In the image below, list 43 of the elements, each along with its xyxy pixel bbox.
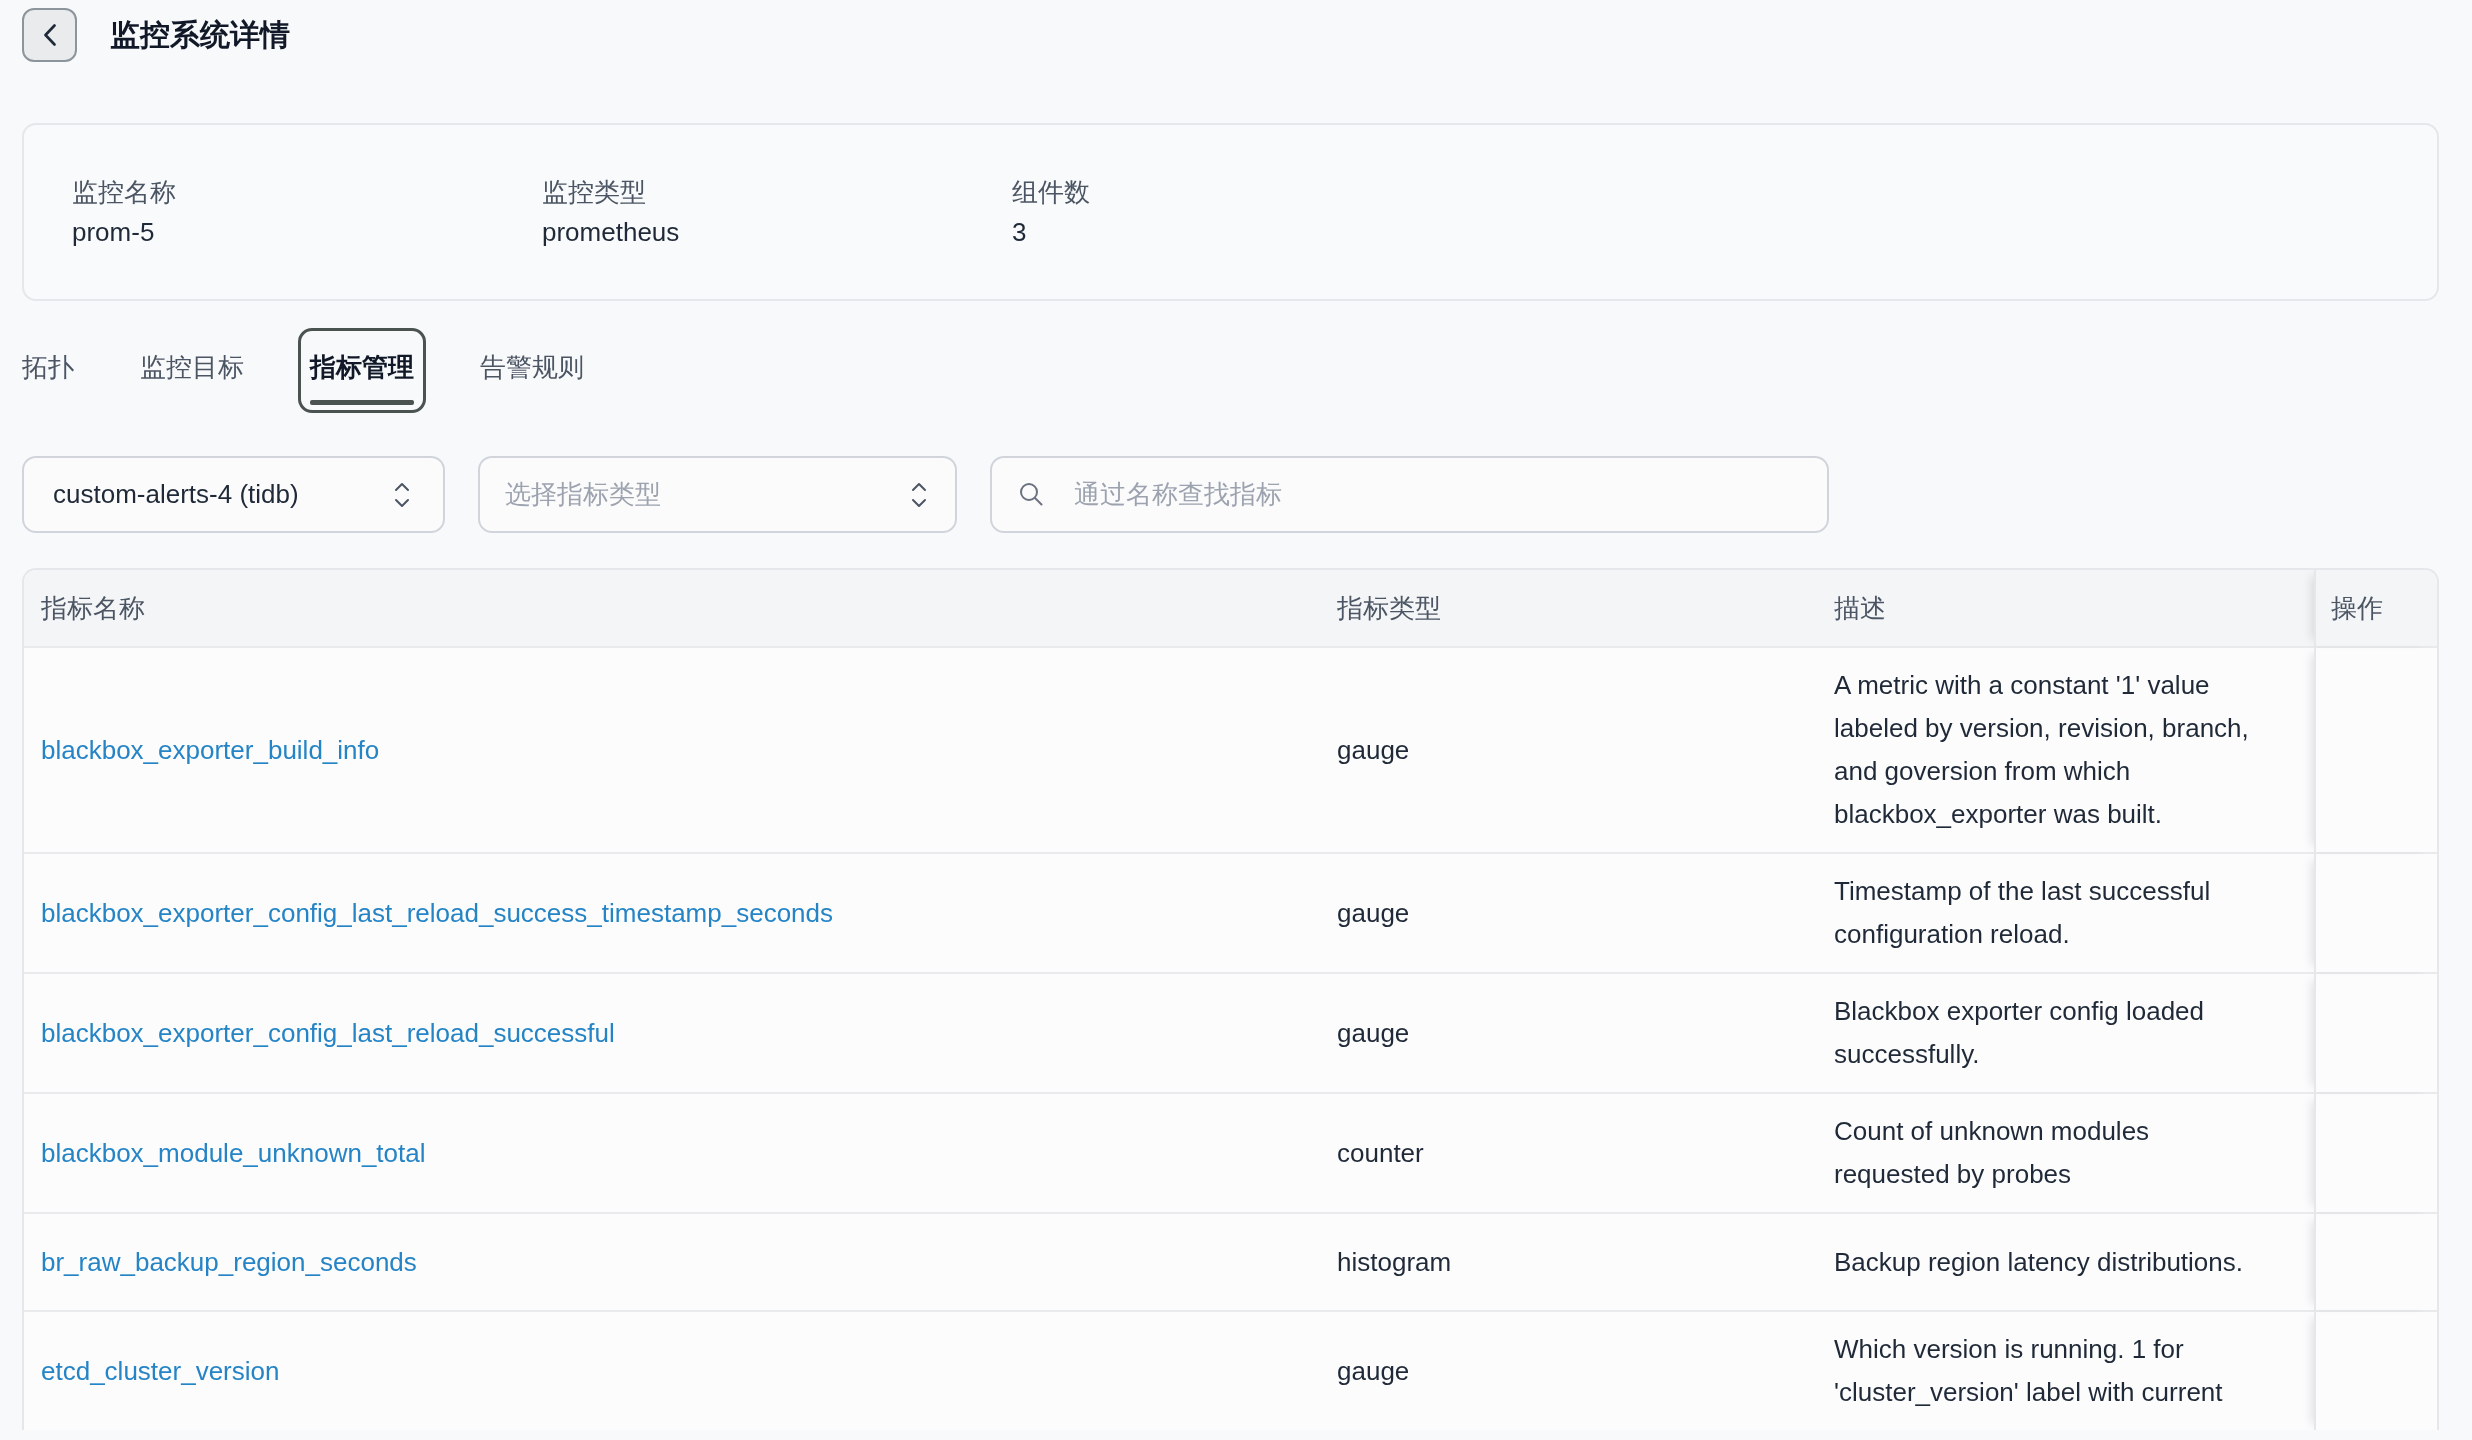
table-cell: gauge [1337,897,1410,928]
column-header: 描述 [1834,592,1886,623]
table-cell: counter [1337,1137,1424,1168]
chevron-up-down-icon [911,481,927,508]
tab[interactable]: 告警规则 [468,328,596,413]
component-select[interactable]: custom-alerts-4 (tidb) [22,456,445,533]
table-cell-text: Count of unknown modules requested by probes [1834,1115,2151,1191]
metric-link[interactable]: blackbox_exporter_build_info [41,734,380,765]
column-header: 指标名称 [41,592,145,623]
page-title: 监控系统详情 [110,17,290,53]
table-cell-text: A metric with a constant '1' value labeled by version, revision, branch, and goversion from which blackbox_exporter was built. [1834,669,2250,831]
search-icon [1019,482,1043,506]
table-cell-text: Blackbox exporter config loaded successfully. [1834,995,2205,1071]
tab[interactable]: 指标管理 [298,328,426,413]
select-value: custom-alerts-4 (tidb) [53,478,299,511]
column-header: 操作 [2331,591,2383,625]
metric-link[interactable]: blackbox_exporter_config_last_reload_successful [41,1017,615,1048]
metric-type-select[interactable]: 选择指标类型 [478,456,957,533]
field-value: 3 [1012,216,1027,249]
metric-link[interactable]: blackbox_exporter_config_last_reload_success_timestamp_seconds [41,897,833,928]
metric-link[interactable]: etcd_cluster_version [41,1355,280,1386]
field-value: prom-5 [72,216,155,249]
back-button[interactable] [22,8,77,62]
table-cell: histogram [1337,1246,1452,1277]
chevron-up-down-icon [394,481,410,508]
table-cell: gauge [1337,1017,1410,1048]
select-placeholder: 选择指标类型 [505,478,661,511]
table-cell: gauge [1337,1355,1410,1386]
search-field[interactable]: 通过名称查找指标 [990,456,1829,533]
field-label: 组件数 [1012,176,1090,209]
field-label: 监控名称 [72,176,176,209]
table-cell: gauge [1337,734,1410,765]
chevron-left-icon [43,24,56,46]
field-value: prometheus [542,216,680,249]
table-cell-text: Which version is running. 1 for 'cluster_version' label with current [1834,1333,2224,1409]
metric-link[interactable]: br_raw_backup_region_seconds [41,1246,417,1277]
column-header: 指标类型 [1337,592,1441,623]
tab[interactable]: 监控目标 [128,328,256,413]
table-cell-text: Timestamp of the last successful configuration reload. [1834,875,2212,951]
metric-link[interactable]: blackbox_module_unknown_total [41,1137,426,1168]
tab[interactable]: 拓扑 [10,328,86,413]
field-label: 监控类型 [542,176,646,209]
table-cell-text: Backup region latency distributions. [1834,1245,2244,1279]
